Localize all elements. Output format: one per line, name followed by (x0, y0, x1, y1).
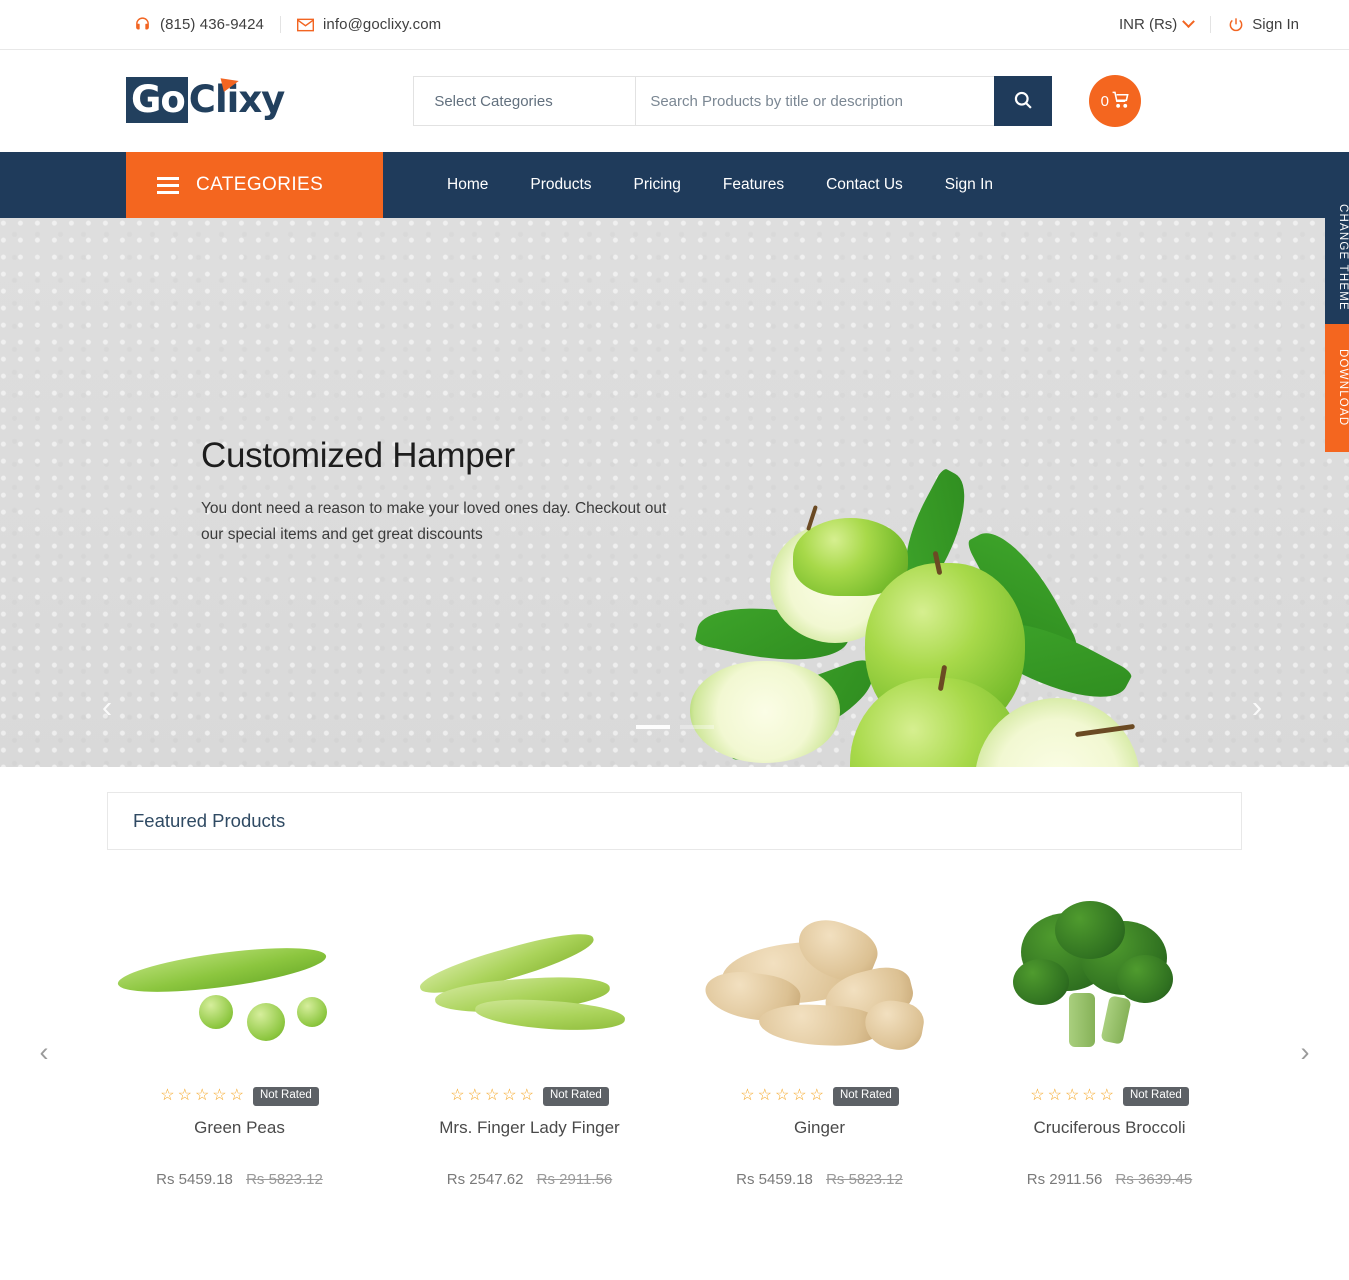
broccoli-image (977, 897, 1243, 1069)
phone-contact[interactable]: (815) 436-9424 (134, 16, 280, 33)
product-rating: ☆ ☆ ☆ ☆ ☆ Not Rated (107, 1087, 373, 1106)
currency-selector[interactable]: INR (Rs) (1118, 15, 1210, 33)
original-price: Rs 2911.56 (536, 1170, 613, 1188)
original-price: Rs 3639.45 (1115, 1170, 1193, 1188)
search-input[interactable] (635, 76, 995, 126)
products-carousel: ☆ ☆ ☆ ☆ ☆ Not Rated Green Peas Rs 5459.18 Rs… (40, 897, 1310, 1188)
email-contact[interactable]: info@goclixy.com (279, 16, 457, 33)
product-card[interactable]: ☆ ☆ ☆ ☆ ☆ Not Rated Green Peas Rs 5459.18 Rs… (95, 897, 385, 1188)
product-price: Rs 2911.56 Rs 3639.45 (977, 1171, 1243, 1188)
signin-label-top: Sign In (1252, 16, 1299, 33)
original-price: Rs 5823.12 (246, 1170, 323, 1188)
nav-item-sign-in[interactable]: Sign In (924, 152, 1014, 218)
product-rating: ☆ ☆ ☆ ☆ ☆ Not Rated (687, 1087, 953, 1106)
nav-item-pricing[interactable]: Pricing (613, 152, 702, 218)
nav-item-features[interactable]: Features (702, 152, 805, 218)
nav-item-contact-us[interactable]: Contact Us (805, 152, 924, 218)
product-price: Rs 5459.18 Rs 5823.12 (107, 1171, 373, 1188)
hero-next-button[interactable]: › (1240, 689, 1274, 724)
hero-prev-button[interactable]: ‹ (90, 689, 124, 724)
logo-text-primary: Go (126, 77, 188, 123)
shopping-cart-icon (1111, 90, 1130, 113)
product-rating: ☆ ☆ ☆ ☆ ☆ Not Rated (397, 1087, 663, 1106)
product-rating: ☆ ☆ ☆ ☆ ☆ Not Rated (977, 1087, 1243, 1106)
featured-title: Featured Products (133, 810, 286, 831)
cart-count: 0 (1100, 92, 1109, 110)
status-badge: Not Rated (1122, 1087, 1189, 1106)
currency-label: INR (Rs) (1118, 16, 1178, 33)
cart-button[interactable]: 0 (1089, 75, 1142, 127)
main-navigation: CATEGORIES Home Products Pricing Feature… (0, 152, 1349, 218)
product-card[interactable]: ☆ ☆ ☆ ☆ ☆ Not Rated Mrs. Finger Lady Finger … (385, 897, 675, 1188)
product-name: Mrs. Finger Lady Finger (439, 1117, 620, 1137)
search-bar: Select Categories (413, 76, 1053, 126)
categories-button[interactable]: CATEGORIES (126, 152, 383, 218)
download-tab[interactable]: DOWNLOAD (1325, 324, 1349, 452)
star-rating-icon: ☆ ☆ ☆ ☆ ☆ (740, 1087, 824, 1105)
product-price: Rs 5459.18 Rs 5823.12 (687, 1171, 953, 1188)
status-badge: Not Rated (252, 1087, 319, 1106)
hero-title: Customized Hamper (201, 436, 515, 475)
headset-icon (134, 16, 151, 33)
hero-pagination (0, 725, 1349, 729)
utility-topbar: (815) 436-9424 info@goclixy.com INR (Rs)… (0, 0, 1349, 50)
products-next-button[interactable]: › (1301, 1037, 1310, 1068)
hero-dot-1[interactable] (635, 725, 670, 729)
hero-dot-2[interactable] (679, 725, 714, 729)
search-button[interactable] (994, 76, 1053, 126)
chevron-down-icon (1182, 15, 1196, 29)
status-badge: Not Rated (542, 1087, 609, 1106)
page-root: (815) 436-9424 info@goclixy.com INR (Rs)… (0, 0, 1349, 1280)
change-theme-tab[interactable]: CHANGE THEME (1325, 190, 1349, 324)
current-price: Rs 2547.62 (446, 1170, 524, 1188)
original-price: Rs 5823.12 (826, 1170, 903, 1188)
magnifier-icon (1013, 90, 1033, 113)
site-header: Go Clixy Select Categories 0 (0, 50, 1349, 152)
hero-carousel: Customized Hamper You dont need a reason… (0, 218, 1349, 767)
products-prev-button[interactable]: ‹ (40, 1037, 49, 1068)
ginger-image (687, 897, 953, 1069)
signin-link-top[interactable]: Sign In (1210, 16, 1299, 33)
power-icon (1228, 17, 1244, 33)
green-peas-image (107, 897, 373, 1069)
hamburger-icon (157, 176, 179, 194)
email-address: info@goclixy.com (322, 16, 442, 33)
current-price: Rs 5459.18 (736, 1170, 813, 1188)
phone-number: (815) 436-9424 (160, 16, 264, 33)
star-rating-icon: ☆ ☆ ☆ ☆ ☆ (160, 1087, 244, 1105)
hero-content: Customized Hamper You dont need a reason… (201, 436, 681, 548)
product-name: Cruciferous Broccoli (1033, 1117, 1186, 1137)
categories-label: CATEGORIES (196, 174, 324, 195)
contact-group: (815) 436-9424 info@goclixy.com (134, 16, 457, 33)
product-card[interactable]: ☆ ☆ ☆ ☆ ☆ Not Rated Ginger Rs 5459.18 Rs 582… (675, 897, 965, 1188)
current-price: Rs 5459.18 (156, 1170, 233, 1188)
site-logo[interactable]: Go Clixy (126, 74, 285, 123)
nav-item-products[interactable]: Products (509, 152, 612, 218)
status-badge: Not Rated (832, 1087, 899, 1106)
product-name: Green Peas (194, 1117, 285, 1137)
topbar-right-group: INR (Rs) Sign In (1118, 15, 1299, 33)
star-rating-icon: ☆ ☆ ☆ ☆ ☆ (1030, 1087, 1114, 1105)
nav-links: Home Products Pricing Features Contact U… (383, 152, 1014, 218)
current-price: Rs 2911.56 (1026, 1170, 1103, 1188)
nav-item-home[interactable]: Home (426, 152, 509, 218)
okra-image (397, 897, 663, 1069)
featured-products-section: Featured Products ☆ ☆ ☆ ☆ ☆ Not Rated Green … (0, 767, 1349, 1188)
star-rating-icon: ☆ ☆ ☆ ☆ ☆ (450, 1087, 534, 1105)
hero-subtitle: You dont need a reason to make your love… (201, 500, 667, 543)
envelope-icon (296, 18, 314, 32)
product-card[interactable]: ☆ ☆ ☆ ☆ ☆ Not Rated Cruciferous Broccoli Rs … (965, 897, 1255, 1188)
product-price: Rs 2547.62 Rs 2911.56 (397, 1171, 663, 1188)
category-select[interactable]: Select Categories (413, 76, 636, 126)
category-select-label: Select Categories (434, 92, 553, 110)
product-name: Ginger (793, 1117, 846, 1137)
featured-header: Featured Products (107, 792, 1242, 850)
